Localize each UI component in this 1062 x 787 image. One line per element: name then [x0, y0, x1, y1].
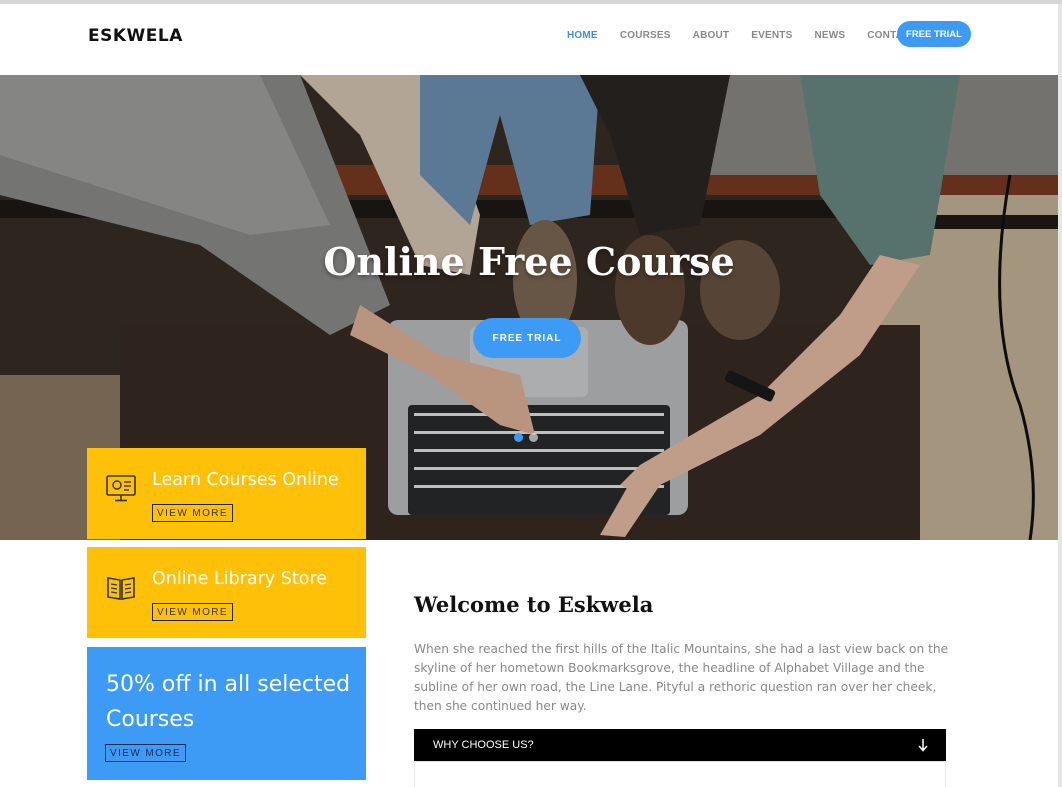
view-more-button[interactable]: VIEW MORE	[152, 504, 233, 522]
nav-about[interactable]: ABOUT	[693, 30, 730, 41]
discount-title: 50% off in all selected Courses	[106, 672, 351, 732]
nav-events[interactable]: EVENTS	[751, 30, 792, 41]
nav-home[interactable]: HOME	[567, 30, 598, 41]
feature-title: Learn Courses Online	[152, 470, 339, 490]
site-header: ESKWELA HOME COURSES ABOUT EVENTS NEWS C…	[0, 4, 1062, 75]
main-nav: HOME COURSES ABOUT EVENTS NEWS CONTACT F…	[567, 21, 971, 47]
view-more-button[interactable]: VIEW MORE	[152, 603, 233, 621]
feature-title: Online Library Store	[152, 569, 328, 589]
page-scrollbar[interactable]	[1058, 4, 1062, 787]
monitor-icon	[106, 475, 136, 502]
book-icon	[107, 577, 135, 600]
feature-box-learn-online[interactable]: Learn Courses Online VIEW MORE	[87, 448, 366, 539]
feature-box-library-store[interactable]: Online Library Store VIEW MORE	[87, 547, 366, 638]
nav-news[interactable]: NEWS	[814, 30, 845, 41]
welcome-paragraph: When she reached the first hills of the …	[414, 642, 949, 713]
feature-box-discount[interactable]: 50% off in all selected Courses VIEW MOR…	[87, 647, 366, 780]
free-trial-nav-button[interactable]: FREE TRIAL	[897, 21, 971, 47]
accordion-panel	[414, 761, 946, 787]
site-logo[interactable]: ESKWELA	[88, 26, 183, 46]
nav-courses[interactable]: COURSES	[620, 30, 671, 41]
slider-dots	[514, 433, 538, 442]
view-more-button[interactable]: VIEW MORE	[105, 744, 186, 762]
accordion-label: WHY CHOOSE US?	[433, 739, 534, 751]
slider-dot-2[interactable]	[529, 433, 538, 442]
welcome-title: Welcome to Eskwela	[414, 592, 654, 617]
accordion-why-choose-us[interactable]: WHY CHOOSE US?	[414, 729, 946, 761]
slider-dot-1[interactable]	[514, 433, 523, 442]
arrow-down-icon	[918, 739, 928, 752]
hero-title: Online Free Course	[323, 239, 735, 284]
hero-free-trial-button[interactable]: FREE TRIAL	[473, 318, 581, 358]
